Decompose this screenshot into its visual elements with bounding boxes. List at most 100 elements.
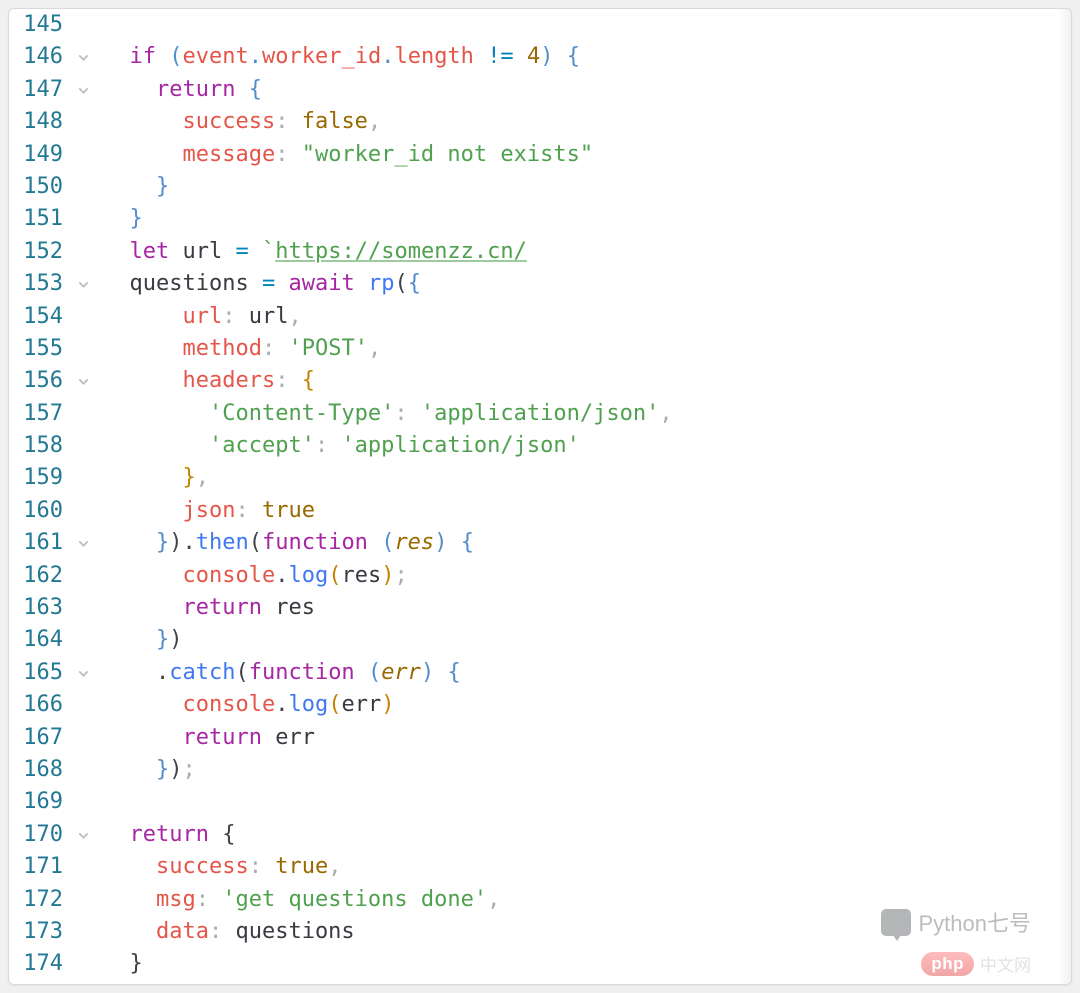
- line-number[interactable]: 156: [9, 365, 69, 397]
- line-number[interactable]: 146: [9, 41, 69, 73]
- code-line-content[interactable]: });: [97, 754, 1071, 786]
- code-line-content[interactable]: message: "worker_id not exists": [97, 139, 1071, 171]
- line-number[interactable]: 167: [9, 722, 69, 754]
- line-number[interactable]: 170: [9, 819, 69, 851]
- fold-toggle[interactable]: [69, 527, 97, 562]
- line-number[interactable]: 145: [9, 9, 69, 41]
- chevron-down-icon[interactable]: [75, 533, 92, 558]
- code-line[interactable]: 150 }: [9, 171, 1071, 203]
- chevron-down-icon[interactable]: [75, 663, 92, 688]
- code-line-content[interactable]: return {: [97, 819, 1071, 851]
- line-number[interactable]: 172: [9, 884, 69, 916]
- fold-toggle[interactable]: [69, 74, 97, 109]
- code-line[interactable]: 160 json: true: [9, 495, 1071, 527]
- code-line[interactable]: 151 }: [9, 203, 1071, 235]
- code-line-content[interactable]: headers: {: [97, 365, 1071, 397]
- line-number[interactable]: 171: [9, 851, 69, 883]
- code-line[interactable]: 174 }: [9, 948, 1071, 980]
- code-line-content[interactable]: json: true: [97, 495, 1071, 527]
- code-line[interactable]: 157 'Content-Type': 'application/json',: [9, 398, 1071, 430]
- line-number[interactable]: 155: [9, 333, 69, 365]
- line-number[interactable]: 159: [9, 462, 69, 494]
- line-number[interactable]: 173: [9, 916, 69, 948]
- line-number[interactable]: 174: [9, 948, 69, 980]
- line-number[interactable]: 169: [9, 786, 69, 818]
- code-line-content[interactable]: }).then(function (res) {: [97, 527, 1071, 559]
- code-line[interactable]: 147 return {: [9, 74, 1071, 106]
- chevron-down-icon[interactable]: [75, 274, 92, 299]
- line-number[interactable]: 164: [9, 624, 69, 656]
- chevron-down-icon[interactable]: [75, 47, 92, 72]
- code-line-content[interactable]: if (event.worker_id.length != 4) {: [97, 41, 1071, 73]
- code-line-content[interactable]: return {: [97, 74, 1071, 106]
- code-line-content[interactable]: method: 'POST',: [97, 333, 1071, 365]
- code-line[interactable]: 155 method: 'POST',: [9, 333, 1071, 365]
- code-line[interactable]: 158 'accept': 'application/json': [9, 430, 1071, 462]
- code-line[interactable]: 148 success: false,: [9, 106, 1071, 138]
- fold-toggle[interactable]: [69, 365, 97, 400]
- wechat-watermark: Python七号: [881, 906, 1032, 938]
- line-number[interactable]: 153: [9, 268, 69, 300]
- code-line[interactable]: 153 questions = await rp({: [9, 268, 1071, 300]
- line-number[interactable]: 161: [9, 527, 69, 559]
- code-line-content[interactable]: success: false,: [97, 106, 1071, 138]
- code-line[interactable]: 165 .catch(function (err) {: [9, 657, 1071, 689]
- line-number[interactable]: 163: [9, 592, 69, 624]
- code-line[interactable]: 154 url: url,: [9, 301, 1071, 333]
- line-number[interactable]: 160: [9, 495, 69, 527]
- fold-toggle[interactable]: [69, 268, 97, 303]
- line-number[interactable]: 168: [9, 754, 69, 786]
- code-line[interactable]: 146 if (event.worker_id.length != 4) {: [9, 41, 1071, 73]
- code-line[interactable]: 149 message: "worker_id not exists": [9, 139, 1071, 171]
- line-number[interactable]: 154: [9, 301, 69, 333]
- line-number[interactable]: 166: [9, 689, 69, 721]
- code-line-content[interactable]: success: true,: [97, 851, 1071, 883]
- chevron-down-icon[interactable]: [75, 371, 92, 396]
- code-line-content[interactable]: .catch(function (err) {: [97, 657, 1071, 689]
- line-number[interactable]: 162: [9, 560, 69, 592]
- line-number[interactable]: 148: [9, 106, 69, 138]
- line-number[interactable]: 157: [9, 398, 69, 430]
- code-line-content[interactable]: console.log(err): [97, 689, 1071, 721]
- code-line-content[interactable]: 'accept': 'application/json': [97, 430, 1071, 462]
- code-line[interactable]: 171 success: true,: [9, 851, 1071, 883]
- fold-toggle[interactable]: [69, 657, 97, 692]
- line-number[interactable]: 158: [9, 430, 69, 462]
- code-line[interactable]: 164 }): [9, 624, 1071, 656]
- code-line-content[interactable]: }: [97, 171, 1071, 203]
- line-number[interactable]: 152: [9, 236, 69, 268]
- code-line[interactable]: 169: [9, 786, 1071, 818]
- code-editor[interactable]: 145146 if (event.worker_id.length != 4) …: [9, 9, 1071, 981]
- code-line[interactable]: 162 console.log(res);: [9, 560, 1071, 592]
- code-line[interactable]: 163 return res: [9, 592, 1071, 624]
- line-number[interactable]: 149: [9, 139, 69, 171]
- code-line[interactable]: 166 console.log(err): [9, 689, 1071, 721]
- fold-toggle[interactable]: [69, 819, 97, 854]
- code-line-content[interactable]: return res: [97, 592, 1071, 624]
- chevron-down-icon[interactable]: [75, 80, 92, 105]
- code-line[interactable]: 167 return err: [9, 722, 1071, 754]
- code-line-content[interactable]: questions = await rp({: [97, 268, 1071, 300]
- code-line[interactable]: 156 headers: {: [9, 365, 1071, 397]
- code-line[interactable]: 145: [9, 9, 1071, 41]
- code-line[interactable]: 170 return {: [9, 819, 1071, 851]
- code-line-content[interactable]: },: [97, 462, 1071, 494]
- code-line-content[interactable]: console.log(res);: [97, 560, 1071, 592]
- code-line[interactable]: 161 }).then(function (res) {: [9, 527, 1071, 559]
- code-line-content[interactable]: 'Content-Type': 'application/json',: [97, 398, 1071, 430]
- code-line-content[interactable]: url: url,: [97, 301, 1071, 333]
- line-number[interactable]: 165: [9, 657, 69, 689]
- code-line-content[interactable]: return err: [97, 722, 1071, 754]
- fold-toggle[interactable]: [69, 41, 97, 76]
- line-number[interactable]: 147: [9, 74, 69, 106]
- chevron-down-icon[interactable]: [75, 825, 92, 850]
- line-number[interactable]: 151: [9, 203, 69, 235]
- wechat-icon: [881, 909, 911, 936]
- code-line-content[interactable]: let url = `https://somenzz.cn/`: [97, 236, 1071, 268]
- code-line-content[interactable]: }): [97, 624, 1071, 656]
- code-line-content[interactable]: }: [97, 203, 1071, 235]
- code-line[interactable]: 152 let url = `https://somenzz.cn/`: [9, 236, 1071, 268]
- line-number[interactable]: 150: [9, 171, 69, 203]
- code-line[interactable]: 159 },: [9, 462, 1071, 494]
- code-line[interactable]: 168 });: [9, 754, 1071, 786]
